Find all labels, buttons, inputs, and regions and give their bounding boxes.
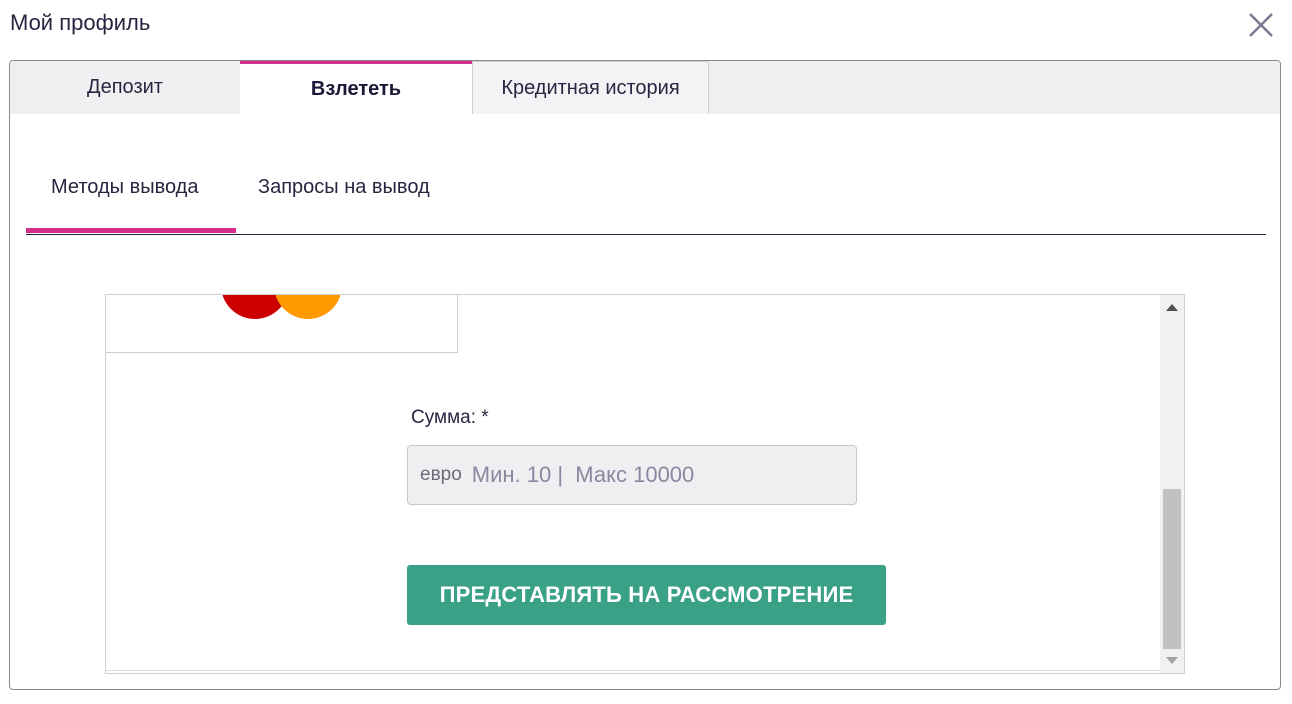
withdrawal-frame: Сумма: * евро ПРЕДСТАВЛЯТЬ НА РАССМОТРЕН… xyxy=(105,294,1185,674)
amount-field[interactable]: евро xyxy=(407,445,857,505)
payment-method-card[interactable] xyxy=(106,295,458,353)
page-title: Мой профиль xyxy=(10,10,151,35)
tab-label: Депозит xyxy=(87,76,163,98)
subtab-withdrawal-methods[interactable]: Методы вывода xyxy=(51,176,198,199)
scrollbar-thumb[interactable] xyxy=(1163,489,1181,649)
tab-deposit[interactable]: Депозит xyxy=(10,61,240,114)
submit-button[interactable]: ПРЕДСТАВЛЯТЬ НА РАССМОТРЕНИЕ xyxy=(407,565,886,625)
close-icon[interactable] xyxy=(1246,10,1276,40)
subtab-withdrawal-requests[interactable]: Запросы на вывод xyxy=(258,176,430,199)
tab-withdraw[interactable]: Взлететь xyxy=(240,61,472,114)
mastercard-logo-orange-circle xyxy=(274,295,342,319)
scroll-up-arrow-icon[interactable] xyxy=(1166,304,1178,311)
scrollbar[interactable] xyxy=(1160,295,1184,673)
tab-label: Взлететь xyxy=(310,77,402,100)
divider xyxy=(106,670,1160,671)
scroll-down-arrow-icon[interactable] xyxy=(1166,657,1178,664)
amount-input[interactable] xyxy=(471,462,812,488)
amount-label: Сумма: * xyxy=(411,407,489,428)
tab-label: Кредитная история xyxy=(501,76,680,99)
profile-panel: Депозит Взлететь Кредитная история Метод… xyxy=(9,60,1281,690)
tab-bar: Депозит Взлететь Кредитная история xyxy=(10,61,1280,114)
currency-prefix: евро xyxy=(420,464,462,485)
subtab-bar: Методы вывода Запросы на вывод xyxy=(26,162,1266,235)
tab-credit-history[interactable]: Кредитная история xyxy=(472,61,709,114)
active-subtab-indicator xyxy=(26,228,236,233)
